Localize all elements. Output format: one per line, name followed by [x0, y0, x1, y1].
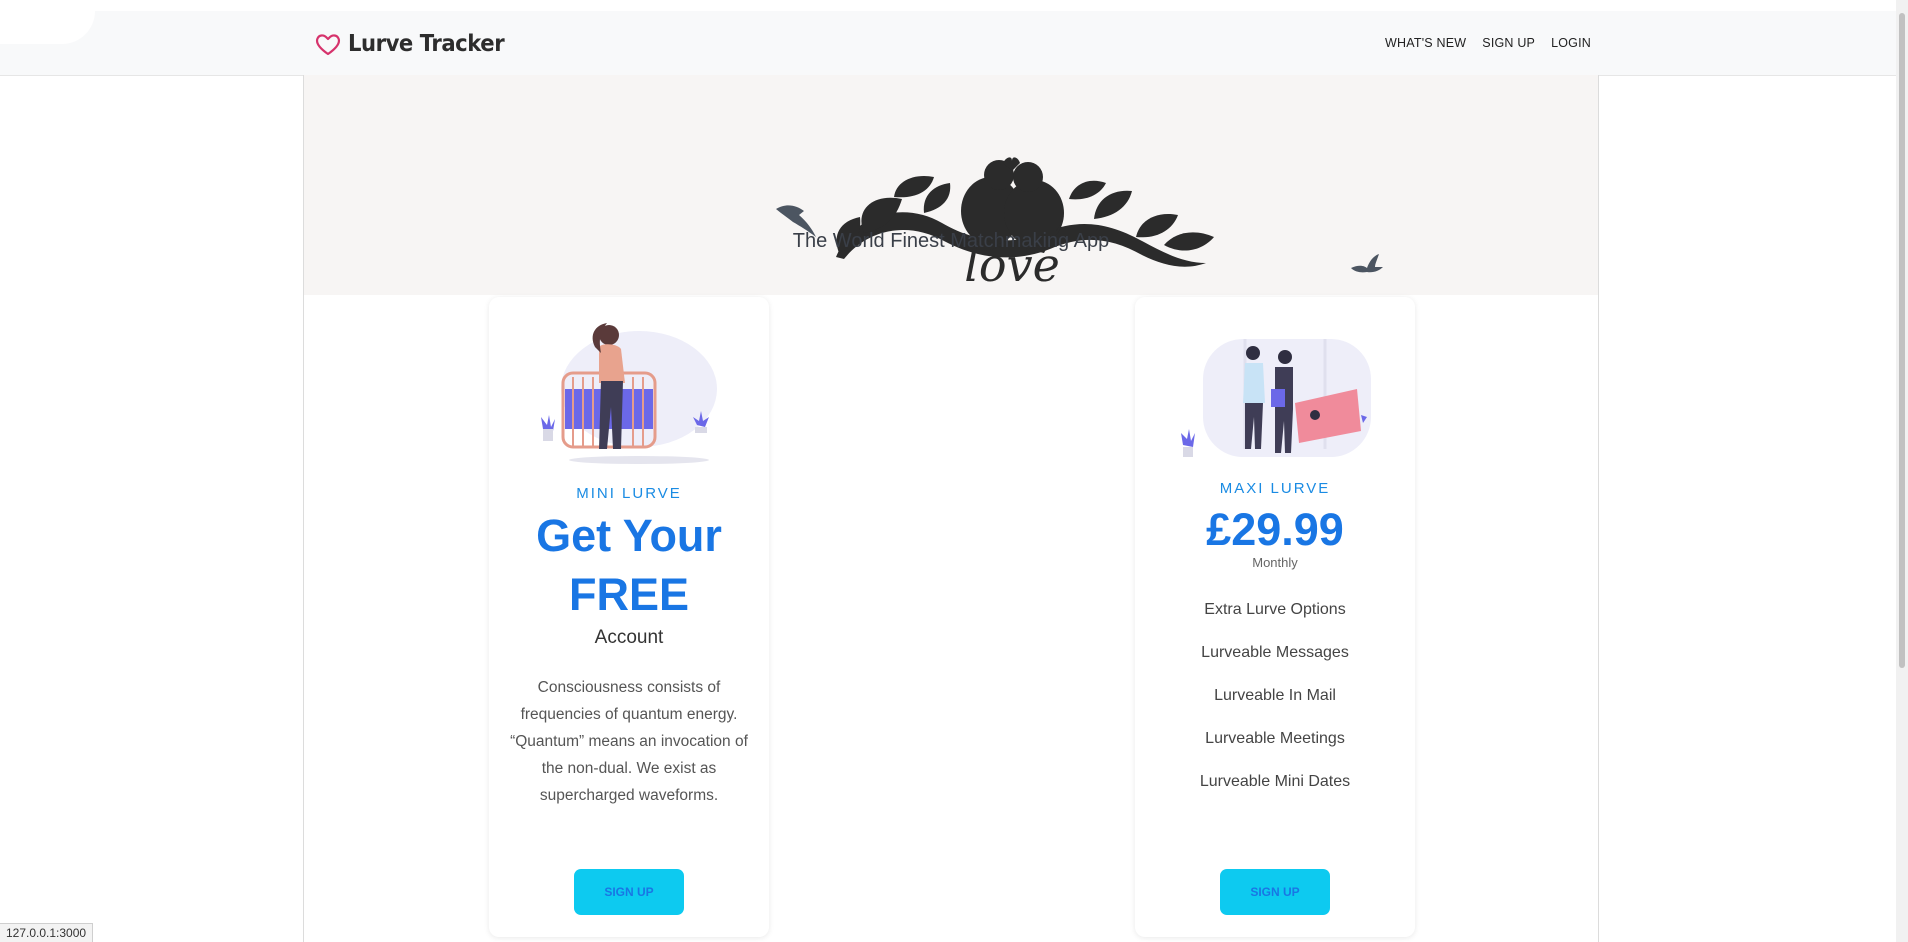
heart-icon [316, 34, 340, 56]
scrollbar-thumb[interactable] [1899, 13, 1905, 668]
maxi-sign-up-button[interactable]: SIGN UP [1220, 869, 1330, 915]
plan-card-mini: MINI LURVE Get Your FREE Account Conscio… [489, 297, 769, 937]
plan-card-maxi: MAXI LURVE £29.99 Monthly Extra Lurve Op… [1135, 297, 1415, 937]
plan-headline-line1: Get Your [536, 510, 722, 561]
hero-banner: love The World Finest Matchmaking App [304, 75, 1598, 295]
plan-price: £29.99 [1206, 504, 1344, 555]
nav-login[interactable]: LOGIN [1551, 36, 1591, 50]
flying-bird-icon [1351, 254, 1383, 273]
hero-tagline: The World Finest Matchmaking App [792, 230, 1110, 252]
plan-period: Monthly [1252, 555, 1298, 570]
plan-tier-label: MAXI LURVE [1219, 480, 1331, 497]
nav-whats-new[interactable]: WHAT'S NEW [1385, 36, 1466, 50]
plan-description: Consciousness consists of frequencies of… [510, 679, 748, 804]
business-handshake-illustration [1181, 339, 1371, 457]
love-birds-illustration: love [776, 157, 1214, 292]
brand-link[interactable]: Lurve Tracker [314, 29, 518, 59]
plan-tier-label: MINI LURVE [576, 485, 682, 502]
plan-subheading: Account [594, 627, 664, 648]
navbar [0, 11, 1905, 76]
plan-headline-line2: FREE [568, 569, 689, 620]
feature-item: Extra Lurve Options [1204, 601, 1346, 618]
mini-sign-up-button[interactable]: SIGN UP [574, 869, 684, 915]
nav-sign-up[interactable]: SIGN UP [1482, 36, 1535, 50]
main-container: love The World Finest Matchmaking App MI… [303, 75, 1599, 942]
brand-name: Lurve Tracker [348, 31, 505, 57]
feature-item: Lurveable Mini Dates [1199, 773, 1351, 790]
feature-item: Lurveable In Mail [1214, 687, 1336, 704]
mother-crib-illustration [541, 323, 717, 464]
plan-features: Extra Lurve Options Lurveable Messages L… [1135, 599, 1415, 814]
status-bar-url: 127.0.0.1:3000 [0, 923, 94, 942]
page-scrollbar[interactable] [1896, 0, 1908, 942]
feature-item: Lurveable Meetings [1205, 730, 1345, 747]
top-nav: WHAT'S NEW SIGN UP LOGIN [1385, 36, 1591, 50]
feature-item: Lurveable Messages [1201, 644, 1349, 661]
